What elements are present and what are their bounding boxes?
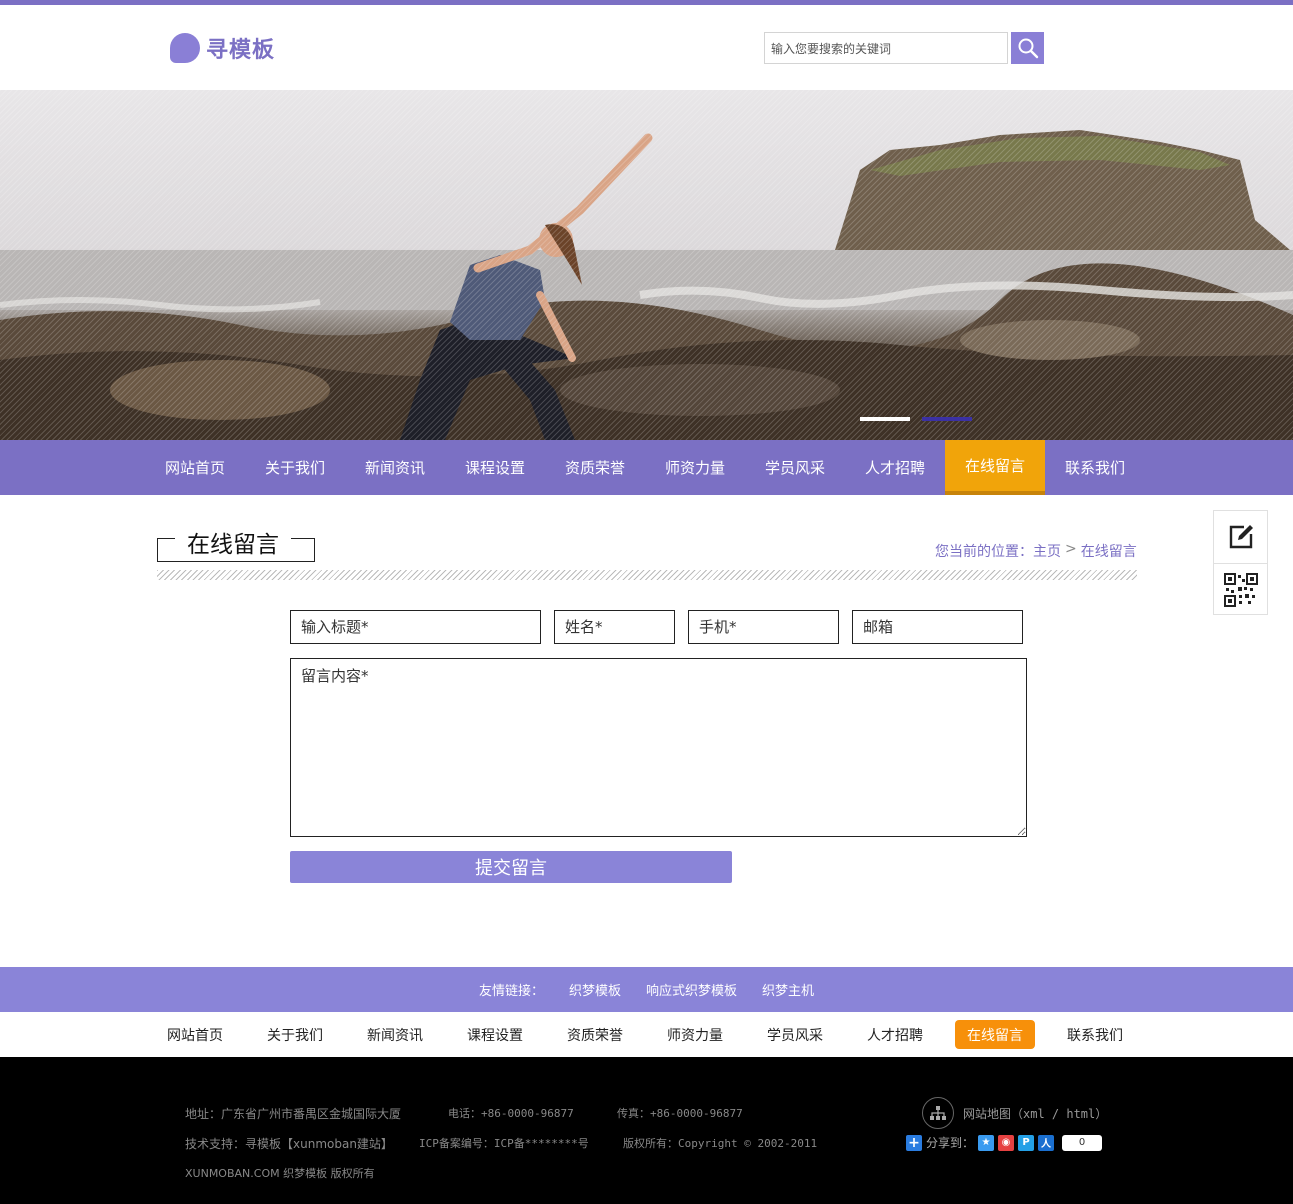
breadcrumb-current[interactable]: 在线留言 bbox=[1081, 541, 1137, 561]
sitemap-link[interactable]: 网站地图（xml / html） bbox=[963, 1105, 1107, 1122]
footer-nav-contact[interactable]: 联系我们 bbox=[1055, 1020, 1135, 1049]
page-title: 在线留言 bbox=[175, 530, 291, 560]
share-bar: + 分享到： ★ ◉ P 人 0 bbox=[906, 1134, 1103, 1151]
footer-nav-news[interactable]: 新闻资讯 bbox=[355, 1020, 435, 1049]
phone-field[interactable] bbox=[688, 610, 839, 644]
nav-item-home[interactable]: 网站首页 bbox=[145, 440, 245, 495]
nav-item-news[interactable]: 新闻资讯 bbox=[345, 440, 445, 495]
share-count: 0 bbox=[1062, 1134, 1103, 1151]
search-input[interactable] bbox=[764, 32, 1008, 64]
search-icon bbox=[1018, 38, 1038, 59]
weibo-icon[interactable]: ◉ bbox=[998, 1134, 1015, 1151]
nav-item-contact[interactable]: 联系我们 bbox=[1045, 440, 1145, 495]
message-content-field[interactable] bbox=[290, 658, 1027, 837]
search-button[interactable] bbox=[1011, 32, 1044, 64]
footer-copyright: 版权所有：Copyright © 2002-2011 bbox=[623, 1137, 818, 1150]
friend-link-1[interactable]: 织梦模板 bbox=[569, 980, 621, 999]
footer-brand: XUNMOBAN.COM 织梦模板 版权所有 bbox=[185, 1167, 375, 1180]
side-edit-button[interactable] bbox=[1214, 511, 1267, 563]
slide-dot-2[interactable] bbox=[922, 417, 972, 421]
friend-link-2[interactable]: 响应式织梦模板 bbox=[646, 980, 737, 999]
breadcrumb-prefix: 您当前的位置： bbox=[935, 544, 1033, 560]
nav-item-teachers[interactable]: 师资力量 bbox=[645, 440, 745, 495]
footer-support[interactable]: 技术支持：寻模板【xunmoban建站】 bbox=[185, 1135, 393, 1152]
side-qr-button[interactable] bbox=[1214, 563, 1267, 615]
footer-phone: 电话：+86-0000-96877 bbox=[448, 1107, 574, 1120]
breadcrumb-separator: > bbox=[1065, 541, 1077, 557]
qzone-icon[interactable]: ★ bbox=[978, 1134, 995, 1151]
footer-nav-courses[interactable]: 课程设置 bbox=[455, 1020, 535, 1049]
nav-item-courses[interactable]: 课程设置 bbox=[445, 440, 545, 495]
footer-nav: 网站首页 关于我们 新闻资讯 课程设置 资质荣誉 师资力量 学员风采 人才招聘 … bbox=[0, 1012, 1293, 1057]
title-field[interactable] bbox=[290, 610, 541, 644]
side-toolbar bbox=[1213, 510, 1268, 615]
share-label: 分享到： bbox=[926, 1136, 975, 1150]
footer-address: 地址：广东省广州市番禺区金城国际大厦 bbox=[185, 1107, 402, 1121]
qr-code-icon bbox=[1223, 572, 1258, 607]
footer-nav-honors[interactable]: 资质荣誉 bbox=[555, 1020, 635, 1049]
name-field[interactable] bbox=[554, 610, 675, 644]
breadcrumb-home[interactable]: 主页 bbox=[1033, 541, 1061, 561]
tencent-weibo-icon[interactable]: P bbox=[1018, 1134, 1035, 1151]
hero-banner bbox=[0, 90, 1293, 440]
share-plus-icon[interactable]: + bbox=[906, 1134, 922, 1151]
footer-nav-home[interactable]: 网站首页 bbox=[155, 1020, 235, 1049]
footer-fax: 传真：+86-0000-96877 bbox=[617, 1107, 743, 1120]
submit-message-button[interactable]: 提交留言 bbox=[290, 851, 732, 883]
logo-text: 寻模板 bbox=[206, 38, 276, 63]
nav-item-students[interactable]: 学员风采 bbox=[745, 440, 845, 495]
footer-nav-about[interactable]: 关于我们 bbox=[255, 1020, 335, 1049]
site-header: 寻模板 bbox=[0, 5, 1293, 90]
sitemap-icon[interactable] bbox=[922, 1097, 954, 1129]
renren-icon[interactable]: 人 bbox=[1038, 1134, 1055, 1151]
nav-item-jobs[interactable]: 人才招聘 bbox=[845, 440, 945, 495]
logo-mark-icon bbox=[170, 33, 200, 63]
nav-item-about[interactable]: 关于我们 bbox=[245, 440, 345, 495]
section-divider bbox=[157, 570, 1137, 580]
footer-nav-jobs[interactable]: 人才招聘 bbox=[855, 1020, 935, 1049]
footer-icp[interactable]: ICP备案编号：ICP备********号 bbox=[419, 1135, 589, 1151]
main-nav: 网站首页 关于我们 新闻资讯 课程设置 资质荣誉 师资力量 学员风采 人才招聘 … bbox=[0, 440, 1293, 495]
site-logo[interactable]: 寻模板 bbox=[170, 32, 275, 64]
friend-link-3[interactable]: 织梦主机 bbox=[762, 980, 814, 999]
slide-dot-1[interactable] bbox=[860, 417, 910, 421]
footer-nav-students[interactable]: 学员风采 bbox=[755, 1020, 835, 1049]
friend-links-bar: 友情链接： 织梦模板 响应式织梦模板 织梦主机 bbox=[0, 967, 1293, 1012]
breadcrumb: 您当前的位置： 主页 > 在线留言 bbox=[935, 541, 1137, 561]
site-footer: 地址：广东省广州市番禺区金城国际大厦 电话：+86-0000-96877 传真：… bbox=[0, 1057, 1293, 1204]
nav-item-honors[interactable]: 资质荣誉 bbox=[545, 440, 645, 495]
edit-icon bbox=[1229, 525, 1253, 549]
banner-texture bbox=[0, 90, 1293, 440]
footer-nav-message[interactable]: 在线留言 bbox=[955, 1020, 1035, 1049]
nav-item-message[interactable]: 在线留言 bbox=[945, 440, 1045, 495]
footer-nav-teachers[interactable]: 师资力量 bbox=[655, 1020, 735, 1049]
friend-links-label: 友情链接： bbox=[478, 984, 544, 999]
email-field[interactable] bbox=[852, 610, 1023, 644]
